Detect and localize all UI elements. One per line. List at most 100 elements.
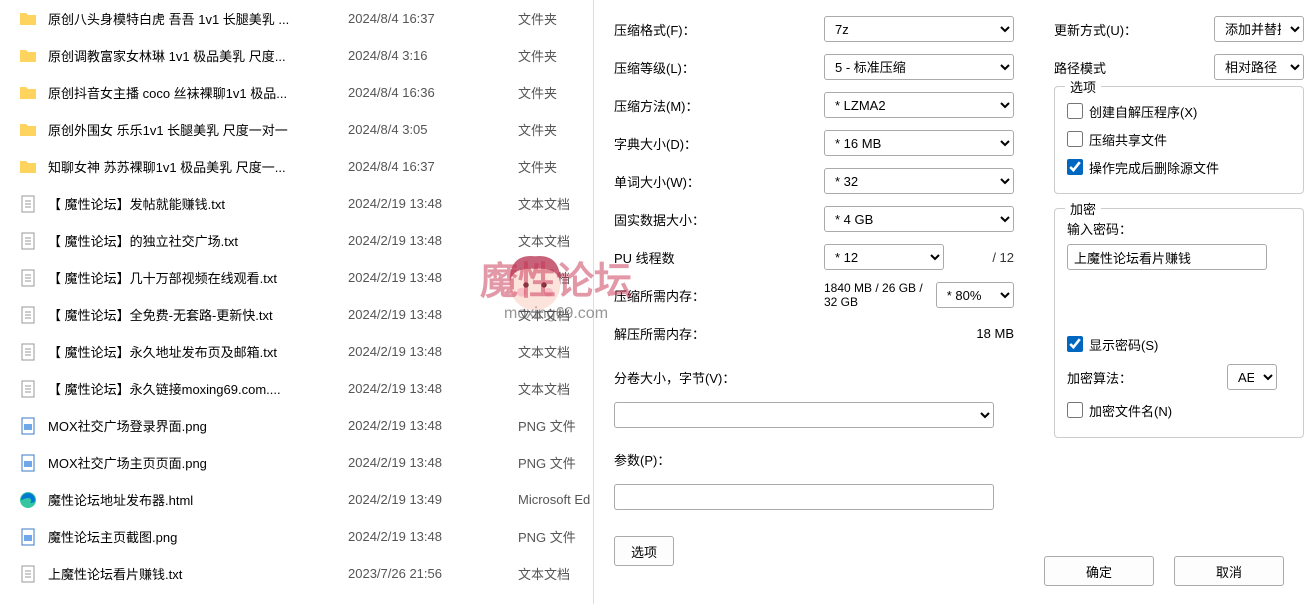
- solid-select[interactable]: * 4 GB: [824, 206, 1014, 232]
- file-type: 文件夹: [518, 9, 557, 28]
- file-name: 【 魔性论坛】发帖就能赚钱.txt: [48, 194, 348, 213]
- update-select[interactable]: 添加并替换: [1214, 16, 1304, 42]
- file-row[interactable]: 【 魔性论坛】几十万部视频在线观看.txt2024/2/19 13:48文本文档: [0, 259, 593, 296]
- file-row[interactable]: 原创八头身模特白虎 吾吾 1v1 长腿美乳 ...2024/8/4 16:37文…: [0, 0, 593, 37]
- showpw-label: 显示密码(S): [1089, 335, 1158, 354]
- file-row[interactable]: 上魔性论坛看片赚钱.txt2023/7/26 21:56文本文档: [0, 555, 593, 592]
- algo-label: 加密算法：: [1067, 368, 1227, 387]
- encryption-legend: 加密: [1065, 199, 1101, 218]
- file-row[interactable]: 知聊女神 苏苏裸聊1v1 极品美乳 尺度一...2024/8/4 16:37文件…: [0, 148, 593, 185]
- file-type: 文本文档: [518, 564, 570, 583]
- memc-label: 压缩所需内存：: [614, 286, 824, 305]
- params-input[interactable]: [614, 484, 994, 510]
- file-row[interactable]: 魔性论坛地址发布器.html2024/2/19 13:49Microsoft E…: [0, 481, 593, 518]
- options-button[interactable]: 选项: [614, 536, 674, 566]
- file-name: MOX社交广场登录界面.png: [48, 416, 348, 435]
- file-name: 【 魔性论坛】永久链接moxing69.com....: [48, 379, 348, 398]
- file-date: 2024/2/19 13:48: [348, 270, 518, 285]
- file-row[interactable]: 【 魔性论坛】发帖就能赚钱.txt2024/2/19 13:48文本文档: [0, 185, 593, 222]
- share-label: 压缩共享文件: [1089, 130, 1167, 149]
- threads-select[interactable]: * 12: [824, 244, 944, 270]
- file-date: 2024/8/4 16:36: [348, 85, 518, 100]
- file-row[interactable]: 魔性论坛主页截图.png2024/2/19 13:48PNG 文件: [0, 518, 593, 555]
- file-name: 原创抖音女主播 coco 丝袜裸聊1v1 极品...: [48, 83, 348, 102]
- encnames-checkbox[interactable]: [1067, 402, 1083, 418]
- file-date: 2024/2/19 13:48: [348, 307, 518, 322]
- file-date: 2024/2/19 13:48: [348, 344, 518, 359]
- file-type: 文本文档: [518, 268, 570, 287]
- dict-select[interactable]: * 16 MB: [824, 130, 1014, 156]
- file-row[interactable]: 原创外围女 乐乐1v1 长腿美乳 尺度一对一2024/8/4 3:05文件夹: [0, 111, 593, 148]
- file-row[interactable]: 【 魔性论坛】永久链接moxing69.com....2024/2/19 13:…: [0, 370, 593, 407]
- file-type: 文本文档: [518, 342, 570, 361]
- file-type: 文件夹: [518, 157, 557, 176]
- password-input[interactable]: [1067, 244, 1267, 270]
- file-row[interactable]: MOX社交广场登录界面.png2024/2/19 13:48PNG 文件: [0, 407, 593, 444]
- file-name: 魔性论坛主页截图.png: [48, 527, 348, 546]
- file-type: PNG 文件: [518, 453, 576, 472]
- memd-value: 18 MB: [824, 326, 1014, 341]
- file-name: 原创调教富家女林琳 1v1 极品美乳 尺度...: [48, 46, 348, 65]
- file-name: 【 魔性论坛】的独立社交广场.txt: [48, 231, 348, 250]
- split-label: 分卷大小，字节(V)：: [614, 368, 824, 387]
- params-label: 参数(P)：: [614, 450, 824, 469]
- file-type: PNG 文件: [518, 416, 576, 435]
- file-type: 文本文档: [518, 194, 570, 213]
- options-group: 选项 创建自解压程序(X) 压缩共享文件 操作完成后删除源文件: [1054, 86, 1304, 194]
- file-type: 文件夹: [518, 46, 557, 65]
- pathmode-label: 路径模式: [1054, 58, 1214, 77]
- level-label: 压缩等级(L)：: [614, 58, 824, 77]
- file-name: 【 魔性论坛】几十万部视频在线观看.txt: [48, 268, 348, 287]
- method-select[interactable]: * LZMA2: [824, 92, 1014, 118]
- format-label: 压缩格式(F)：: [614, 20, 824, 39]
- memc-select[interactable]: * 80%: [936, 282, 1014, 308]
- pathmode-select[interactable]: 相对路径: [1214, 54, 1304, 80]
- file-row[interactable]: 【 魔性论坛】全免费-无套路-更新快.txt2024/2/19 13:48文本文…: [0, 296, 593, 333]
- solid-label: 固实数据大小：: [614, 210, 824, 229]
- file-row[interactable]: 原创抖音女主播 coco 丝袜裸聊1v1 极品...2024/8/4 16:36…: [0, 74, 593, 111]
- delete-checkbox[interactable]: [1067, 159, 1083, 175]
- file-date: 2023/7/26 21:56: [348, 566, 518, 581]
- share-checkbox[interactable]: [1067, 131, 1083, 147]
- file-row[interactable]: 【 魔性论坛】永久地址发布页及邮箱.txt2024/2/19 13:48文本文档: [0, 333, 593, 370]
- format-select[interactable]: 7z: [824, 16, 1014, 42]
- file-name: 上魔性论坛看片赚钱.txt: [48, 564, 348, 583]
- file-row[interactable]: 原创调教富家女林琳 1v1 极品美乳 尺度...2024/8/4 3:16文件夹: [0, 37, 593, 74]
- algo-select[interactable]: AES: [1227, 364, 1277, 390]
- delete-label: 操作完成后删除源文件: [1089, 158, 1219, 177]
- threads-max: / 12: [992, 250, 1014, 265]
- word-label: 单词大小(W)：: [614, 172, 824, 191]
- ok-button[interactable]: 确定: [1044, 556, 1154, 586]
- showpw-checkbox[interactable]: [1067, 336, 1083, 352]
- file-row[interactable]: MOX社交广场主页页面.png2024/2/19 13:48PNG 文件: [0, 444, 593, 481]
- file-name: 【 魔性论坛】永久地址发布页及邮箱.txt: [48, 342, 348, 361]
- word-select[interactable]: * 32: [824, 168, 1014, 194]
- sfx-checkbox[interactable]: [1067, 103, 1083, 119]
- file-date: 2024/2/19 13:48: [348, 233, 518, 248]
- file-type: 文件夹: [518, 83, 557, 102]
- update-label: 更新方式(U)：: [1054, 20, 1214, 39]
- file-date: 2024/8/4 16:37: [348, 159, 518, 174]
- method-label: 压缩方法(M)：: [614, 96, 824, 115]
- encnames-label: 加密文件名(N): [1089, 401, 1172, 420]
- file-date: 2024/8/4 3:05: [348, 122, 518, 137]
- file-date: 2024/2/19 13:48: [348, 455, 518, 470]
- file-date: 2024/8/4 3:16: [348, 48, 518, 63]
- file-type: 文件夹: [518, 120, 557, 139]
- cancel-button[interactable]: 取消: [1174, 556, 1284, 586]
- encryption-group: 加密 输入密码： 显示密码(S) 加密算法：AES 加密文件名(N): [1054, 208, 1304, 438]
- file-date: 2024/8/4 16:37: [348, 11, 518, 26]
- split-select[interactable]: [614, 402, 994, 428]
- threads-label: PU 线程数: [614, 248, 824, 267]
- compress-dialog: 压缩格式(F)：7z 压缩等级(L)：5 - 标准压缩 压缩方法(M)：* LZ…: [593, 0, 1304, 604]
- file-date: 2024/2/19 13:48: [348, 196, 518, 211]
- file-list: 原创八头身模特白虎 吾吾 1v1 长腿美乳 ...2024/8/4 16:37文…: [0, 0, 593, 604]
- file-type: Microsoft Ed: [518, 492, 590, 507]
- file-date: 2024/2/19 13:49: [348, 492, 518, 507]
- file-date: 2024/2/19 13:48: [348, 418, 518, 433]
- file-type: PNG 文件: [518, 527, 576, 546]
- file-row[interactable]: 【 魔性论坛】的独立社交广场.txt2024/2/19 13:48文本文档: [0, 222, 593, 259]
- level-select[interactable]: 5 - 标准压缩: [824, 54, 1014, 80]
- memc-value: 1840 MB / 26 GB / 32 GB: [824, 281, 926, 309]
- options-legend: 选项: [1065, 77, 1101, 96]
